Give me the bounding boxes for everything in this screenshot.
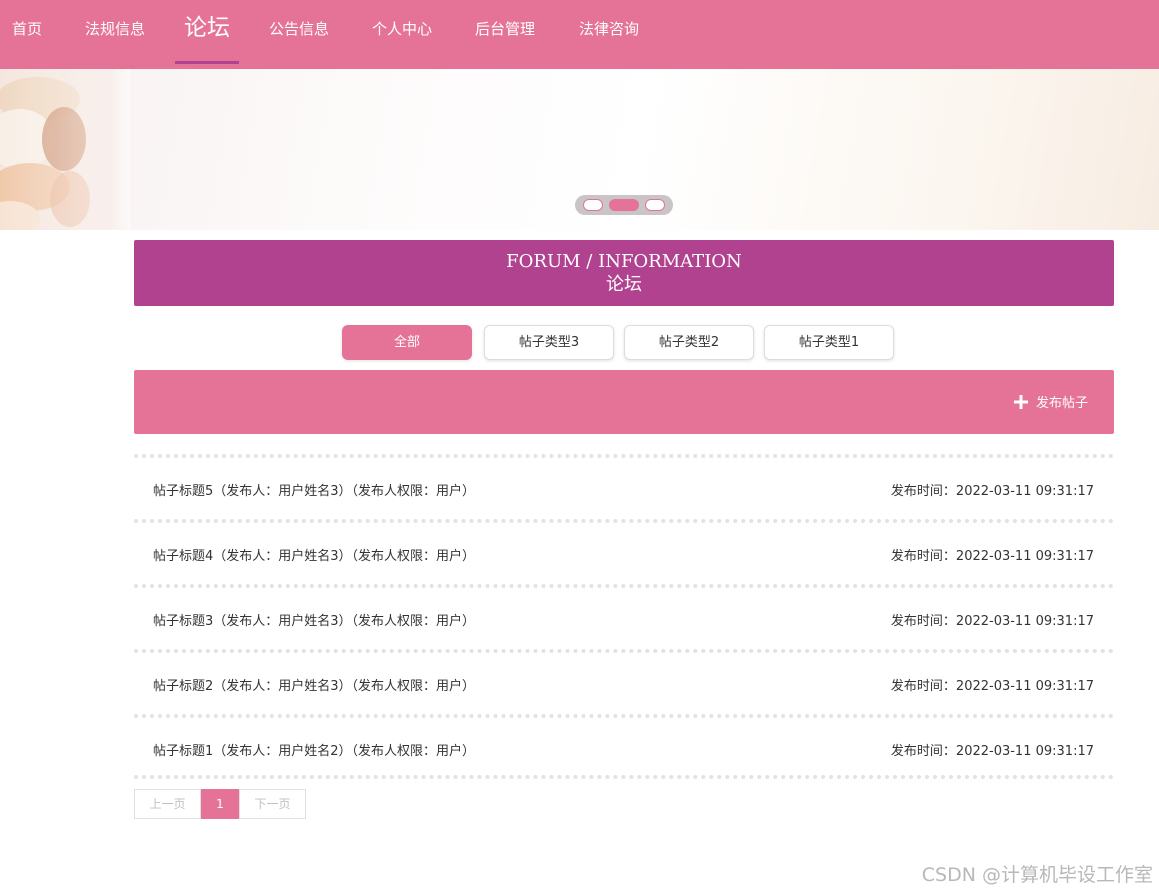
post-row[interactable]: 帖子标题1（发布人：用户姓名2）（发布人权限：用户） 发布时间：2022-03-… — [134, 714, 1114, 779]
section-title-en: FORUM / INFORMATION — [506, 251, 742, 272]
action-bar: 发布帖子 — [134, 370, 1114, 434]
carousel-dot-3[interactable] — [645, 199, 665, 211]
post-time: 发布时间：2022-03-11 09:31:17 — [890, 744, 1094, 759]
tab-all[interactable]: 全部 — [342, 325, 472, 360]
post-time: 发布时间：2022-03-11 09:31:17 — [890, 549, 1094, 564]
publish-post-button[interactable]: 发布帖子 — [1013, 394, 1088, 414]
section-header: FORUM / INFORMATION 论坛 — [134, 240, 1114, 306]
nav-item-regulations[interactable]: 法规信息 — [80, 0, 150, 64]
nav-item-legal-consult[interactable]: 法律咨询 — [574, 0, 644, 64]
post-title[interactable]: 帖子标题4（发布人：用户姓名3）（发布人权限：用户） — [153, 545, 475, 564]
nav-item-admin[interactable]: 后台管理 — [470, 0, 540, 64]
post-title[interactable]: 帖子标题1（发布人：用户姓名2）（发布人权限：用户） — [153, 740, 475, 759]
watermark: CSDN @计算机毕设工作室 — [921, 864, 1153, 886]
post-row[interactable]: 帖子标题3（发布人：用户姓名3）（发布人权限：用户） 发布时间：2022-03-… — [134, 584, 1114, 649]
flower-image — [0, 69, 130, 230]
nav-item-home[interactable]: 首页 — [0, 0, 54, 64]
tab-post-type-3[interactable]: 帖子类型3 — [484, 325, 614, 360]
post-time: 发布时间：2022-03-11 09:31:17 — [890, 679, 1094, 694]
post-list: 帖子标题5（发布人：用户姓名3）（发布人权限：用户） 发布时间：2022-03-… — [134, 454, 1114, 779]
post-row[interactable]: 帖子标题4（发布人：用户姓名3）（发布人权限：用户） 发布时间：2022-03-… — [134, 519, 1114, 584]
post-title[interactable]: 帖子标题2（发布人：用户姓名3）（发布人权限：用户） — [153, 675, 475, 694]
carousel-dot-1[interactable] — [583, 199, 603, 211]
next-page-button[interactable]: 下一页 — [239, 789, 306, 819]
post-title[interactable]: 帖子标题5（发布人：用户姓名3）（发布人权限：用户） — [153, 480, 475, 499]
publish-post-label: 发布帖子 — [1035, 396, 1088, 411]
plus-icon — [1013, 395, 1028, 409]
page-number-current[interactable]: 1 — [201, 789, 239, 819]
prev-page-button[interactable]: 上一页 — [134, 789, 201, 819]
post-row[interactable]: 帖子标题5（发布人：用户姓名3）（发布人权限：用户） 发布时间：2022-03-… — [134, 454, 1114, 519]
section-title-zh: 论坛 — [606, 274, 642, 295]
carousel-dot-2[interactable] — [609, 199, 639, 211]
carousel-indicator — [575, 195, 673, 215]
tab-post-type-1[interactable]: 帖子类型1 — [764, 325, 894, 360]
nav-item-personal-center[interactable]: 个人中心 — [367, 0, 437, 64]
post-title[interactable]: 帖子标题3（发布人：用户姓名3）（发布人权限：用户） — [153, 610, 475, 629]
nav-item-forum[interactable]: 论坛 — [175, 0, 239, 64]
post-time: 发布时间：2022-03-11 09:31:17 — [890, 614, 1094, 629]
nav-item-announcements[interactable]: 公告信息 — [264, 0, 334, 64]
tab-post-type-2[interactable]: 帖子类型2 — [624, 325, 754, 360]
post-row[interactable]: 帖子标题2（发布人：用户姓名3）（发布人权限：用户） 发布时间：2022-03-… — [134, 649, 1114, 714]
top-nav: 首页 法规信息 论坛 公告信息 个人中心 后台管理 法律咨询 — [0, 0, 1159, 69]
banner-carousel — [0, 69, 1159, 230]
post-time: 发布时间：2022-03-11 09:31:17 — [890, 484, 1094, 499]
